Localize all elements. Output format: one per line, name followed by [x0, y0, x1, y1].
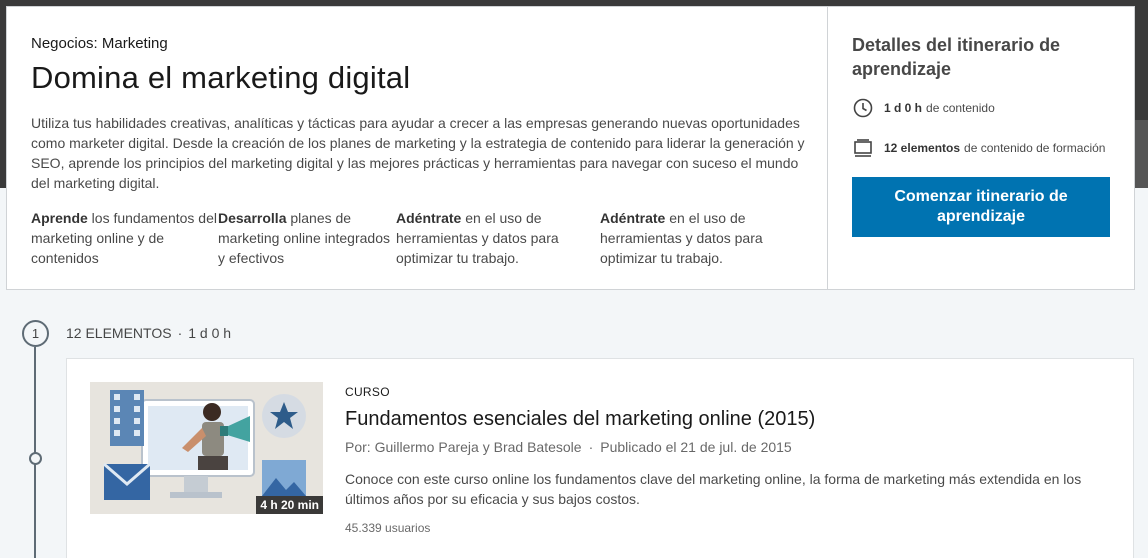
course-description: Conoce con este curso online los fundame… — [345, 471, 1082, 507]
category-breadcrumb: Negocios: Marketing — [31, 35, 803, 53]
section-number-badge: 1 — [22, 320, 49, 347]
skill-item: Adéntrate en el uso de herramientas y da… — [600, 210, 763, 266]
skill-item: Desarrolla planes de marketing online in… — [218, 210, 390, 266]
section-count: 12 ELEMENTOS — [66, 325, 172, 341]
content-stack-icon — [852, 137, 874, 159]
path-description: Utiliza tus habilidades creativas, analí… — [31, 115, 805, 191]
course-type-label: CURSO — [345, 385, 390, 399]
course-authors: Por: Guillermo Pareja y Brad Batesole — [345, 439, 582, 455]
items-detail: 12 elementos de contenido de formación — [852, 135, 1110, 161]
course-thumbnail[interactable]: 4 h 20 min — [90, 382, 323, 514]
duration-detail: 1 d 0 h de contenido — [852, 95, 1110, 121]
path-details-panel: Detalles del itinerario de aprendizaje 1… — [828, 7, 1134, 289]
category-link[interactable]: Marketing — [102, 35, 168, 52]
backdrop-detail — [1135, 120, 1148, 188]
path-summary: Negocios: Marketing Domina el marketing … — [7, 7, 828, 289]
skill-item: Aprende los fundamentos del marketing on… — [31, 210, 217, 266]
start-path-button[interactable]: Comenzar itinerario de aprendizaje — [852, 177, 1110, 237]
details-title: Detalles del itinerario de aprendizaje — [852, 35, 1061, 79]
course-title-link[interactable]: Fundamentos esenciales del marketing onl… — [345, 407, 815, 431]
skills-list: Aprende los fundamentos del marketing on… — [31, 208, 803, 268]
section-duration: 1 d 0 h — [188, 325, 232, 341]
timeline-dot — [29, 452, 42, 465]
course-published: Publicado el 21 de jul. de 2015 — [600, 439, 792, 455]
course-users-count: 45.339 usuarios — [345, 521, 431, 535]
path-overview-card: Negocios: Marketing Domina el marketing … — [6, 6, 1135, 290]
clock-icon — [852, 97, 874, 119]
skill-item: Adéntrate en el uso de herramientas y da… — [396, 210, 559, 266]
category-prefix: Negocios: — [31, 35, 98, 52]
section-summary: 12 ELEMENTOS · 1 d 0 h — [66, 325, 232, 341]
course-card[interactable]: 4 h 20 min CURSO Fundamentos esenciales … — [66, 358, 1134, 558]
marketing-illustration-icon — [90, 382, 323, 514]
page-title: Domina el marketing digital — [31, 60, 411, 95]
thumbnail-duration: 4 h 20 min — [256, 496, 323, 514]
course-meta: Por: Guillermo Pareja y Brad Batesole · Pu… — [345, 439, 792, 455]
